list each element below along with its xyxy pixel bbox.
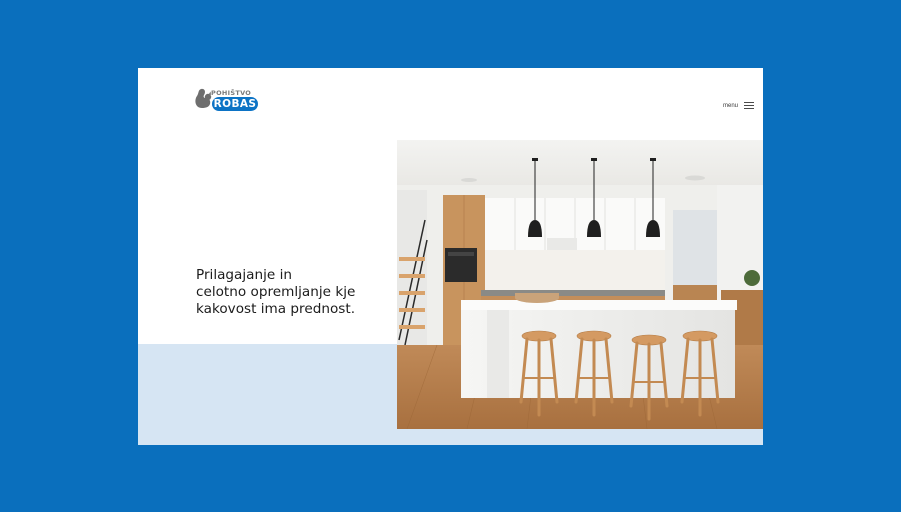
- hamburger-menu-icon: [744, 102, 755, 109]
- page-frame: POHIŠTVO ROBAS menu Prilagajanje in celo…: [138, 68, 763, 445]
- logo-main-text: ROBAS: [212, 97, 258, 111]
- menu-label: menu: [723, 102, 739, 109]
- logo[interactable]: POHIŠTVO ROBAS: [193, 88, 263, 114]
- hero-kitchen-image: [397, 140, 763, 429]
- hero-headline: Prilagajanje in celotno opremljanje kje …: [196, 267, 356, 317]
- logo-top-text: POHIŠTVO: [211, 89, 252, 97]
- squirrel-logo-icon: [195, 88, 212, 108]
- menu-button[interactable]: menu: [723, 102, 755, 109]
